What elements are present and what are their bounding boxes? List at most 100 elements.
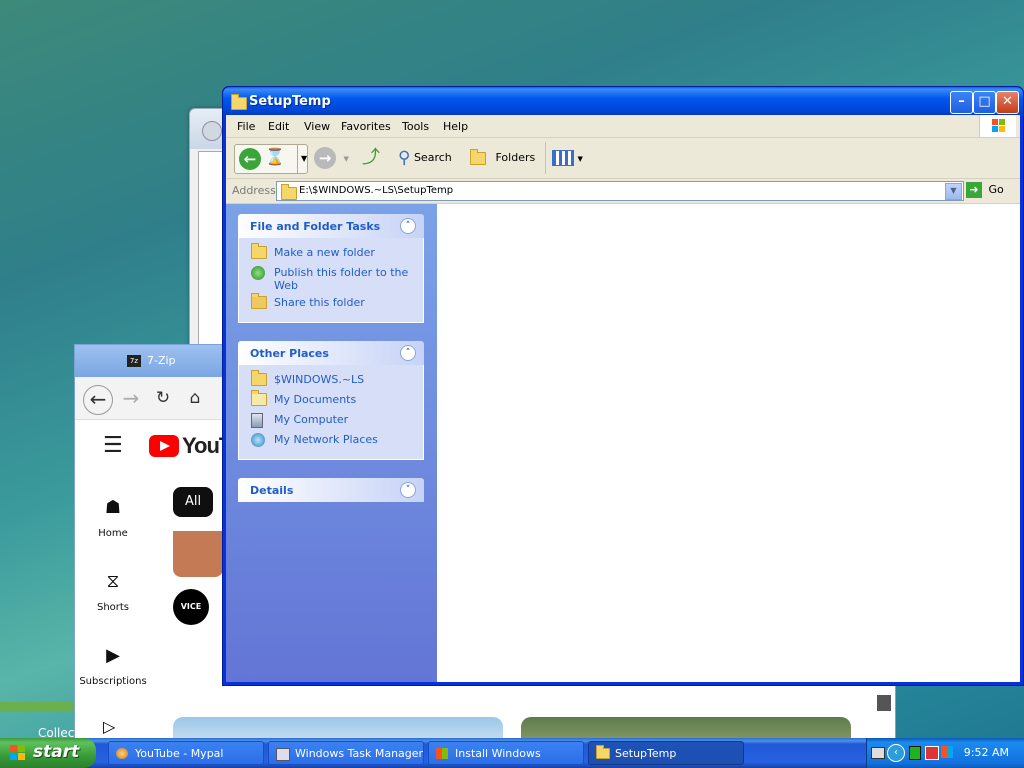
sidebar-item-subscriptions[interactable]: ▶ Subscriptions [75, 645, 151, 687]
chevron-down-icon[interactable]: ▼ [297, 145, 307, 173]
explorer-body: File Edit View Favorites Tools Help ← ⌛ … [226, 115, 1020, 682]
search-icon: ⚲ [398, 148, 411, 168]
back-arrow-icon[interactable]: ← [83, 385, 113, 415]
other-places-panel: Other Places ˄ $WINDOWS.~LS My Documents… [238, 341, 424, 460]
menu-help[interactable]: Help [443, 120, 468, 133]
taskbar-item-label: YouTube - Mypal [135, 747, 224, 760]
panel-header[interactable]: File and Folder Tasks ˄ [238, 214, 424, 238]
back-circle-icon[interactable] [202, 121, 222, 141]
new-folder-icon [251, 243, 267, 260]
panel-title: Other Places [250, 347, 329, 360]
menu-edit[interactable]: Edit [268, 120, 289, 133]
documents-icon [251, 390, 267, 407]
shorts-icon: ⧖ [106, 571, 120, 592]
chevron-down-icon[interactable]: ˅ [400, 482, 416, 498]
views-button[interactable]: ▼ [552, 144, 586, 172]
taskbar: start YouTube - Mypal Windows Task Manag… [0, 738, 1024, 768]
menu-favorites[interactable]: Favorites [341, 120, 391, 133]
taskbar-item-task-manager[interactable]: Windows Task Manager [268, 741, 424, 765]
back-arrow-icon: ← [239, 148, 261, 170]
file-folder-tasks-panel: File and Folder Tasks ˄ Make a new folde… [238, 214, 424, 323]
task-make-new-folder[interactable]: Make a new folder [239, 243, 423, 266]
folders-button[interactable]: Folders [470, 144, 540, 172]
address-value: E:\$WINDOWS.~LS\SetupTemp [299, 185, 454, 196]
panel-header[interactable]: Details ˅ [238, 478, 424, 502]
explorer-window: SetupTemp – □ ✕ File Edit View Favorites… [222, 86, 1024, 686]
panel-body: $WINDOWS.~LS My Documents My Computer My… [238, 365, 424, 460]
explorer-titlebar[interactable]: SetupTemp – □ ✕ [223, 87, 1023, 115]
hamburger-menu-icon[interactable]: ☰ [103, 433, 123, 458]
task-pane: File and Folder Tasks ˄ Make a new folde… [226, 204, 437, 682]
forward-arrow-icon[interactable]: → [117, 385, 145, 413]
taskbar-item-setuptemp[interactable]: SetupTemp [588, 741, 744, 765]
task-label: Share this folder [274, 296, 365, 309]
place-my-documents[interactable]: My Documents [239, 390, 423, 413]
address-input[interactable]: E:\$WINDOWS.~LS\SetupTemp ▼ [276, 181, 964, 201]
place-windows-ls[interactable]: $WINDOWS.~LS [239, 370, 423, 393]
channel-avatar[interactable]: VICE [173, 589, 209, 625]
7zip-icon: 7z [127, 355, 141, 367]
start-label: start [33, 742, 80, 762]
home-icon[interactable]: ⌂ [181, 385, 209, 413]
minimize-button[interactable]: – [950, 91, 973, 114]
keyboard-icon[interactable] [871, 747, 885, 759]
video-thumbnail[interactable] [173, 531, 223, 577]
clock[interactable]: 9:52 AM [964, 746, 1009, 759]
task-label: Make a new folder [274, 246, 375, 259]
chevron-down-icon[interactable]: ▼ [945, 183, 962, 200]
menu-tools[interactable]: Tools [402, 120, 429, 133]
computer-icon [251, 413, 267, 428]
taskbar-item-install-windows[interactable]: Install Windows [428, 741, 584, 765]
folder-icon [251, 370, 267, 387]
folder-contents-area[interactable] [437, 204, 1020, 682]
taskbar-item-label: Install Windows [455, 747, 541, 760]
panel-title: File and Folder Tasks [250, 220, 381, 233]
address-bar: Address E:\$WINDOWS.~LS\SetupTemp ▼ ➜ Go [226, 179, 1020, 204]
windows-update-icon[interactable] [941, 746, 953, 758]
panel-title: Details [250, 484, 294, 497]
maximize-button[interactable]: □ [973, 91, 996, 114]
task-publish-folder[interactable]: Publish this folder to the Web [239, 266, 423, 292]
up-folder-button[interactable]: ⤴ [362, 144, 386, 172]
task-share-folder[interactable]: Share this folder [239, 293, 423, 316]
subscriptions-icon: ▶ [106, 645, 120, 666]
sidebar-shorts-label: Shorts [96, 602, 130, 613]
start-button[interactable]: start [0, 738, 96, 768]
place-label: My Documents [274, 393, 357, 406]
search-label: Search [413, 151, 452, 164]
sidebar-item-shorts[interactable]: ⧖ Shorts [75, 571, 151, 613]
place-label: $WINDOWS.~LS [274, 373, 365, 386]
folder-icon [281, 184, 297, 200]
place-my-computer[interactable]: My Computer [239, 413, 423, 433]
reload-icon[interactable]: ↻ [149, 385, 177, 413]
panel-header[interactable]: Other Places ˄ [238, 341, 424, 365]
chip-all[interactable]: All [173, 487, 213, 517]
menu-view[interactable]: View [304, 120, 330, 133]
scrollbar-thumb[interactable] [877, 695, 891, 711]
chevron-down-icon: ▼ [577, 155, 583, 163]
panel-body: Make a new folder Publish this folder to… [238, 238, 424, 323]
network-status-icon[interactable] [909, 746, 921, 760]
place-my-network[interactable]: My Network Places [239, 433, 423, 453]
search-button[interactable]: ⚲ Search [398, 144, 464, 172]
library-icon[interactable]: ▷ [103, 717, 115, 736]
forward-button[interactable]: → ▼ [314, 144, 354, 172]
menu-file[interactable]: File [237, 120, 255, 133]
security-alert-icon[interactable] [925, 746, 939, 760]
go-label: Go [988, 183, 1004, 196]
folder-icon [231, 94, 247, 110]
task-manager-icon [276, 748, 290, 761]
back-button[interactable]: ← ⌛ ▼ [234, 144, 308, 174]
folders-icon [470, 148, 486, 165]
sidebar-item-home[interactable]: ☗ Home [75, 497, 151, 539]
taskbar-item-youtube[interactable]: YouTube - Mypal [108, 741, 264, 765]
chevron-left-icon[interactable]: ‹ [887, 744, 905, 762]
chevron-up-icon[interactable]: ˄ [400, 345, 416, 361]
folders-label: Folders [495, 151, 536, 164]
chevron-up-icon[interactable]: ˄ [400, 218, 416, 234]
go-button[interactable]: ➜ Go [966, 182, 1004, 198]
menu-bar: File Edit View Favorites Tools Help [226, 115, 1020, 138]
place-label: My Network Places [274, 433, 378, 446]
chevron-down-icon: ▼ [343, 155, 349, 163]
close-button[interactable]: ✕ [996, 91, 1019, 114]
